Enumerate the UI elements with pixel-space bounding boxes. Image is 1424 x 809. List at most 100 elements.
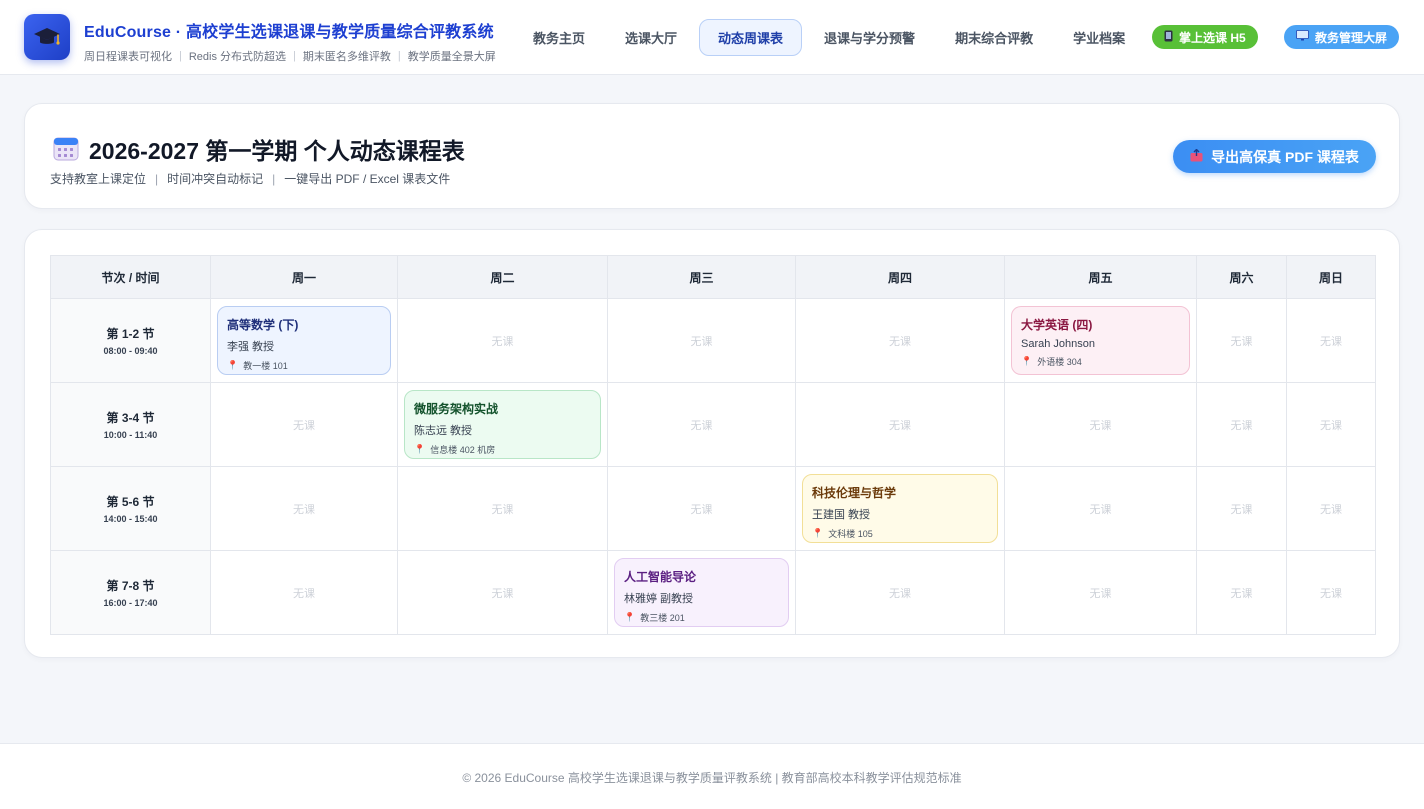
course-card[interactable]: 科技伦理与哲学 王建国 教授 📍 文科楼 105 [802, 474, 998, 543]
monitor-icon [1296, 30, 1309, 44]
period-label: 第 5-6 节 [106, 495, 155, 509]
nav-item-evaluation[interactable]: 期末综合评教 [937, 19, 1051, 56]
timetable-cell[interactable]: 无课 [607, 382, 796, 467]
day-header: 周二 [397, 255, 608, 299]
timetable-cell[interactable]: 无课 [210, 382, 398, 467]
empty-slot-label: 无课 [889, 587, 911, 600]
course-room: 📍 文科楼 105 [812, 527, 988, 540]
timetable-cell[interactable]: 无课 [1196, 550, 1287, 635]
timetable-cell[interactable]: 人工智能导论 林雅婷 副教授 📍 教三楼 201 [607, 550, 796, 635]
timetable-cell[interactable]: 科技伦理与哲学 王建国 教授 📍 文科楼 105 [795, 466, 1005, 551]
day-header: 周五 [1004, 255, 1197, 299]
timetable-cell[interactable]: 无课 [1196, 466, 1287, 551]
timetable-cell[interactable]: 无课 [607, 466, 796, 551]
timetable-row: 第 7-8 节 16:00 - 17:40 无课 无课 人工智能导论 林雅婷 副教授 📍 教三… [50, 550, 1376, 635]
timetable-cell[interactable]: 无课 [1004, 382, 1197, 467]
empty-slot-label: 无课 [889, 335, 911, 348]
timetable-row: 第 1-2 节 08:00 - 09:40 高等数学 (下) 李强 教授 📍 教一楼 10… [50, 298, 1376, 383]
location-pin-icon: 📍 [624, 612, 636, 622]
empty-slot-label: 无课 [1320, 419, 1342, 432]
day-header: 周三 [607, 255, 796, 299]
location-pin-icon: 📍 [812, 528, 824, 538]
timetable-cell[interactable]: 无课 [1286, 382, 1376, 467]
course-room: 📍 教一楼 101 [227, 359, 381, 372]
course-room: 📍 信息楼 402 机房 [414, 443, 591, 456]
timetable-cell[interactable]: 无课 [397, 466, 608, 551]
course-name: 科技伦理与哲学 [812, 486, 897, 500]
period-cell: 第 5-6 节 14:00 - 15:40 [50, 466, 211, 551]
empty-slot-label: 无课 [1230, 419, 1253, 432]
empty-slot-label: 无课 [690, 503, 713, 516]
day-header: 周四 [795, 255, 1005, 299]
empty-slot-label: 无课 [1230, 587, 1253, 600]
timetable-cell[interactable]: 无课 [210, 550, 398, 635]
period-time: 16:00 - 17:40 [103, 598, 158, 608]
footer: © 2026 EduCourse 高校学生选课退课与教学质量评教系统 | 教育部… [0, 743, 1424, 809]
course-teacher: 李强 教授 [227, 341, 275, 353]
timetable-cell[interactable]: 无课 [1196, 382, 1287, 467]
timetable-cell[interactable]: 无课 [1286, 550, 1376, 635]
corner-header: 节次 / 时间 [50, 255, 211, 299]
nav-item-home[interactable]: 教务主页 [515, 19, 603, 56]
course-teacher: 王建国 教授 [812, 509, 871, 521]
course-name: 高等数学 (下) [227, 318, 299, 332]
timetable-cell[interactable]: 无课 [397, 550, 608, 635]
mobile-h5-label: 掌上选课 H5 [1179, 30, 1246, 45]
timetable-cell[interactable]: 无课 [1196, 298, 1287, 383]
nav-item-academic-record[interactable]: 学业档案 [1055, 19, 1143, 56]
export-pdf-label: 导出高保真 PDF 课程表 [1211, 148, 1359, 165]
timetable-cell[interactable]: 无课 [1004, 550, 1197, 635]
graduation-cap-icon[interactable] [24, 14, 70, 60]
export-pdf-button[interactable]: 导出高保真 PDF 课程表 [1173, 140, 1376, 173]
timetable-card: 节次 / 时间 周一 周二 周三 周四 周五 周六 周日 第 1-2 节 08:0… [24, 229, 1400, 658]
empty-slot-label: 无课 [1089, 419, 1112, 432]
timetable-cell[interactable]: 无课 [795, 298, 1005, 383]
course-card[interactable]: 大学英语 (四) Sarah Johnson 📍 外语楼 304 [1011, 306, 1190, 375]
mobile-h5-button[interactable]: 掌上选课 H5 [1152, 25, 1258, 49]
location-pin-icon: 📍 [227, 360, 239, 370]
period-cell: 第 7-8 节 16:00 - 17:40 [50, 550, 211, 635]
app-title[interactable]: EduCourse · 高校学生选课退课与教学质量综合评教系统 [84, 18, 496, 42]
course-room-text: 外语楼 304 [1037, 357, 1082, 367]
course-room-text: 教一楼 101 [243, 361, 288, 371]
empty-slot-label: 无课 [1230, 503, 1253, 516]
timetable-cell[interactable]: 高等数学 (下) 李强 教授 📍 教一楼 101 [210, 298, 398, 383]
timetable-cell[interactable]: 微服务架构实战 陈志远 教授 📍 信息楼 402 机房 [397, 382, 608, 467]
nav-item-course-hall[interactable]: 选课大厅 [607, 19, 695, 56]
course-card[interactable]: 高等数学 (下) 李强 教授 📍 教一楼 101 [217, 306, 391, 375]
empty-slot-label: 无课 [293, 587, 315, 600]
period-cell: 第 1-2 节 08:00 - 09:40 [50, 298, 211, 383]
timetable-cell[interactable]: 无课 [1286, 466, 1376, 551]
course-room-text: 文科楼 105 [828, 529, 873, 539]
timetable-cell[interactable]: 无课 [795, 382, 1005, 467]
empty-slot-label: 无课 [293, 419, 315, 432]
timetable-cell[interactable]: 无课 [210, 466, 398, 551]
period-label: 第 7-8 节 [106, 579, 155, 593]
timetable-cell[interactable]: 无课 [1004, 466, 1197, 551]
admin-dashboard-button[interactable]: 教务管理大屏 [1284, 25, 1400, 49]
timetable-cell[interactable]: 大学英语 (四) Sarah Johnson 📍 外语楼 304 [1004, 298, 1197, 383]
empty-slot-label: 无课 [1320, 503, 1342, 516]
timetable-cell[interactable]: 无课 [795, 550, 1005, 635]
empty-slot-label: 无课 [491, 335, 514, 348]
timetable-row: 第 3-4 节 10:00 - 11:40 无课 微服务架构实战 陈志远 教授 📍 信息楼 … [50, 382, 1376, 467]
course-teacher: 陈志远 教授 [414, 425, 473, 437]
timetable-cell[interactable]: 无课 [397, 298, 608, 383]
timetable-cell[interactable]: 无课 [1286, 298, 1376, 383]
mobile-phone-icon [1164, 30, 1173, 45]
period-cell: 第 3-4 节 10:00 - 11:40 [50, 382, 211, 467]
empty-slot-label: 无课 [690, 335, 713, 348]
timetable-cell[interactable]: 无课 [607, 298, 796, 383]
footer-copyright: © 2026 EduCourse 高校学生选课退课与教学质量评教系统 | 教育部… [462, 771, 962, 785]
course-room: 📍 教三楼 201 [624, 611, 779, 624]
page-title: 2026-2027 第一学期 个人动态课程表 [89, 138, 465, 164]
day-header: 周六 [1196, 255, 1287, 299]
divider: | [293, 50, 296, 62]
divider: | [397, 50, 401, 62]
nav-item-timetable[interactable]: 动态周课表 [699, 19, 803, 56]
course-card[interactable]: 微服务架构实战 陈志远 教授 📍 信息楼 402 机房 [404, 390, 601, 459]
course-card[interactable]: 人工智能导论 林雅婷 副教授 📍 教三楼 201 [614, 558, 789, 627]
feature-note: 时间冲突自动标记 [167, 172, 264, 186]
nav-item-drop-credit-warning[interactable]: 退课与学分预警 [806, 19, 933, 56]
app-subtitle: 周日程课表可视化 | Redis 分布式防超选 | 期末匿名多维评教 | 教学质… [84, 48, 496, 64]
